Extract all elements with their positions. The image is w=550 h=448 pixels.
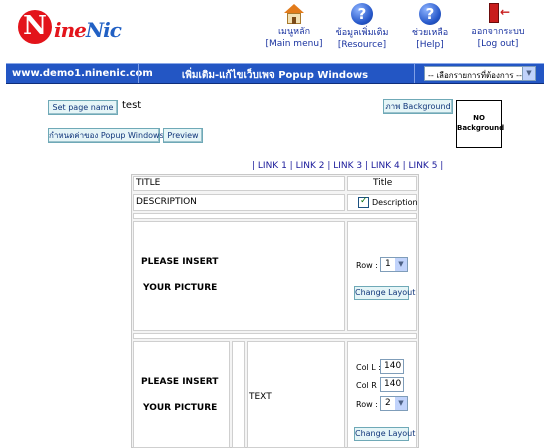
picture-line1: PLEASE INSERT	[141, 377, 219, 387]
title-cell[interactable]: TITLE	[133, 176, 345, 191]
row-select-1[interactable]: 1 ▼	[380, 257, 408, 272]
link-2[interactable]: LINK 2	[296, 161, 325, 171]
change-layout-button-1[interactable]: Change Layout	[354, 286, 415, 300]
description-cell[interactable]: DESCRIPTION	[133, 194, 345, 211]
description-checkbox-label: Description	[372, 198, 418, 207]
row-select-2[interactable]: 2 ▼	[380, 396, 408, 411]
title-bar: www.demo1.ninenic.com เพิ่มเติม-แก้ไขเว็…	[6, 63, 544, 84]
bar-divider	[138, 64, 139, 83]
title-value: Title	[373, 178, 393, 188]
title-label: TITLE	[136, 178, 161, 188]
picture-line2: YOUR PICTURE	[143, 403, 218, 413]
nav-resource[interactable]: ? ข้อมูลเพิ่มเติม [Resource]	[330, 2, 394, 51]
picture-line2: YOUR PICTURE	[143, 283, 218, 293]
logo-wordmark: ineNic	[54, 18, 122, 42]
description-checkbox[interactable]: ✓	[358, 196, 369, 208]
picture-cell-2[interactable]: PLEASE INSERT YOUR PICTURE	[133, 341, 230, 448]
bar-divider	[414, 64, 415, 83]
title-value-cell[interactable]: Title	[347, 176, 417, 191]
row-label: Row :	[356, 400, 378, 409]
popup-layout-editor: TITLE Title DESCRIPTION ✓ Description PL…	[131, 174, 419, 448]
home-icon	[281, 2, 307, 26]
spacer-row	[133, 333, 417, 339]
top-navigation: เมนูหลัก [Main menu] ? ข้อมูลเพิ่มเติม […	[258, 2, 530, 51]
row-select-1-value: 1	[385, 259, 391, 269]
set-page-name-button[interactable]: Set page name	[48, 100, 118, 115]
change-layout-button-2[interactable]: Change Layout	[354, 427, 415, 441]
menu-dropdown-value: -- เลือกรายการที่ต้องการ --	[428, 71, 522, 80]
spacer-row	[133, 213, 417, 219]
picture-cell-1[interactable]: PLEASE INSERT YOUR PICTURE	[133, 221, 345, 331]
logout-door-icon: ←	[485, 2, 511, 26]
nav-logout-thai: ออกจากระบบ	[471, 27, 525, 37]
nav-help-label[interactable]: [Help]	[398, 39, 462, 51]
nav-help[interactable]: ? ช่วยเหลือ [Help]	[398, 2, 462, 51]
link-3[interactable]: LINK 3	[333, 161, 362, 171]
block1-settings: Row : 1 ▼ Change Layout	[347, 221, 417, 331]
text-cell[interactable]: TEXT	[247, 341, 345, 448]
nav-help-thai: ช่วยเหลือ	[411, 28, 449, 38]
no-bg-line1: NO	[473, 114, 485, 122]
no-bg-line2: Background	[457, 124, 505, 132]
nav-main-menu-label[interactable]: [Main menu]	[262, 38, 326, 50]
page-name-value: test	[122, 100, 142, 111]
nav-logout-label[interactable]: [Log out]	[466, 38, 530, 50]
column-gap	[232, 341, 245, 448]
col-r-label: Col R :	[356, 381, 383, 390]
resource-help-icon: ?	[349, 3, 375, 27]
preview-button[interactable]: Preview	[163, 128, 203, 143]
page-title: เพิ่มเติม-แก้ไขเว็บเพจ Popup Windows	[181, 70, 369, 81]
link-1[interactable]: LINK 1	[258, 161, 287, 171]
set-popup-windows-button[interactable]: กำหนดค่าของ Popup Windows	[48, 128, 164, 143]
col-r-input[interactable]: 140	[380, 377, 404, 392]
block2-settings: Col L : 140 Col R : 140 Row : 2 ▼ Change…	[347, 341, 417, 448]
nav-resource-thai: ข้อมูลเพิ่มเติม	[335, 28, 389, 38]
description-label: DESCRIPTION	[136, 197, 197, 207]
logo-n-badge: N	[18, 10, 52, 44]
ninenic-logo: N ineNic	[18, 8, 128, 48]
link-bar: | LINK 1 | LINK 2 | LINK 3 | LINK 4 | LI…	[252, 161, 444, 171]
row-label: Row :	[356, 261, 378, 270]
help-icon: ?	[417, 3, 443, 27]
chevron-down-icon[interactable]: ▼	[395, 258, 407, 271]
description-option-cell: ✓ Description	[347, 194, 418, 211]
background-preview: NO Background	[456, 100, 505, 148]
chevron-down-icon[interactable]: ▼	[522, 67, 535, 80]
picture-line1: PLEASE INSERT	[141, 257, 219, 267]
col-l-input[interactable]: 140	[380, 359, 404, 374]
menu-dropdown[interactable]: -- เลือกรายการที่ต้องการ -- ▼	[424, 66, 536, 81]
site-url[interactable]: www.demo1.ninenic.com	[12, 68, 153, 79]
link-4[interactable]: LINK 4	[371, 161, 400, 171]
background-image-button[interactable]: ภาพ Background	[383, 99, 453, 114]
nav-resource-label[interactable]: [Resource]	[330, 39, 394, 51]
link-5[interactable]: LINK 5	[409, 161, 438, 171]
col-l-label: Col L :	[356, 363, 381, 372]
nav-main-menu-thai: เมนูหลัก	[277, 27, 311, 37]
nav-logout[interactable]: ← ออกจากระบบ [Log out]	[466, 2, 530, 51]
chevron-down-icon[interactable]: ▼	[395, 397, 407, 410]
row-select-2-value: 2	[385, 398, 391, 408]
text-label: TEXT	[249, 392, 272, 402]
nav-main-menu[interactable]: เมนูหลัก [Main menu]	[262, 2, 326, 51]
